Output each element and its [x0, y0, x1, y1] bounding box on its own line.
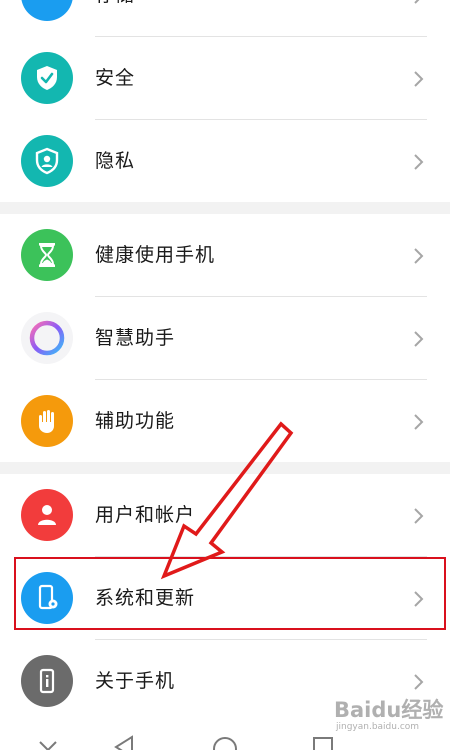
settings-item-privacy[interactable]: 隐私 [0, 120, 450, 203]
chevron-right-icon [414, 414, 424, 430]
chevron-right-icon [414, 71, 424, 87]
settings-item-storage[interactable]: 存储 [0, 0, 450, 37]
section-gap [0, 202, 450, 214]
settings-item-label: 用户和帐户 [95, 504, 196, 526]
settings-item-users-accounts[interactable]: 用户和帐户 [0, 474, 450, 557]
close-icon [39, 741, 57, 750]
hourglass-icon [21, 229, 73, 281]
chevron-right-icon [414, 331, 424, 347]
settings-item-security[interactable]: 安全 [0, 37, 450, 120]
watermark-logo: Baidu经验 [334, 698, 444, 722]
shield-check-icon [21, 52, 73, 104]
back-icon [114, 735, 133, 750]
chevron-right-icon [414, 674, 424, 690]
chevron-right-icon [414, 0, 420, 4]
settings-screen: 存储 安全 隐私 [0, 0, 450, 750]
settings-item-smart-assistant[interactable]: 智慧助手 [0, 297, 450, 380]
assistant-ring-icon [21, 312, 73, 364]
phone-info-icon [21, 655, 73, 707]
chevron-right-icon [414, 248, 424, 264]
highlight-box [14, 557, 446, 630]
watermark-url: jingyan.baidu.com [336, 722, 420, 732]
user-icon [21, 489, 73, 541]
settings-item-label: 隐私 [95, 150, 136, 172]
settings-item-label: 智慧助手 [95, 327, 176, 349]
hand-icon [21, 395, 73, 447]
settings-item-accessibility[interactable]: 辅助功能 [0, 380, 450, 463]
settings-item-label: 安全 [95, 67, 136, 89]
watermark: Baidu经验 jingyan.baidu.com [334, 694, 446, 738]
settings-item-label: 健康使用手机 [95, 244, 216, 266]
chevron-right-icon [414, 508, 424, 524]
settings-item-label: 存储 [95, 0, 135, 37]
storage-icon [21, 0, 73, 21]
home-icon [213, 737, 237, 750]
settings-item-digital-balance[interactable]: 健康使用手机 [0, 214, 450, 297]
recents-icon [313, 737, 333, 750]
chevron-right-icon [414, 154, 424, 170]
settings-item-label: 关于手机 [95, 670, 176, 692]
privacy-shield-icon [21, 135, 73, 187]
section-gap [0, 462, 450, 474]
settings-item-label: 辅助功能 [95, 410, 176, 432]
